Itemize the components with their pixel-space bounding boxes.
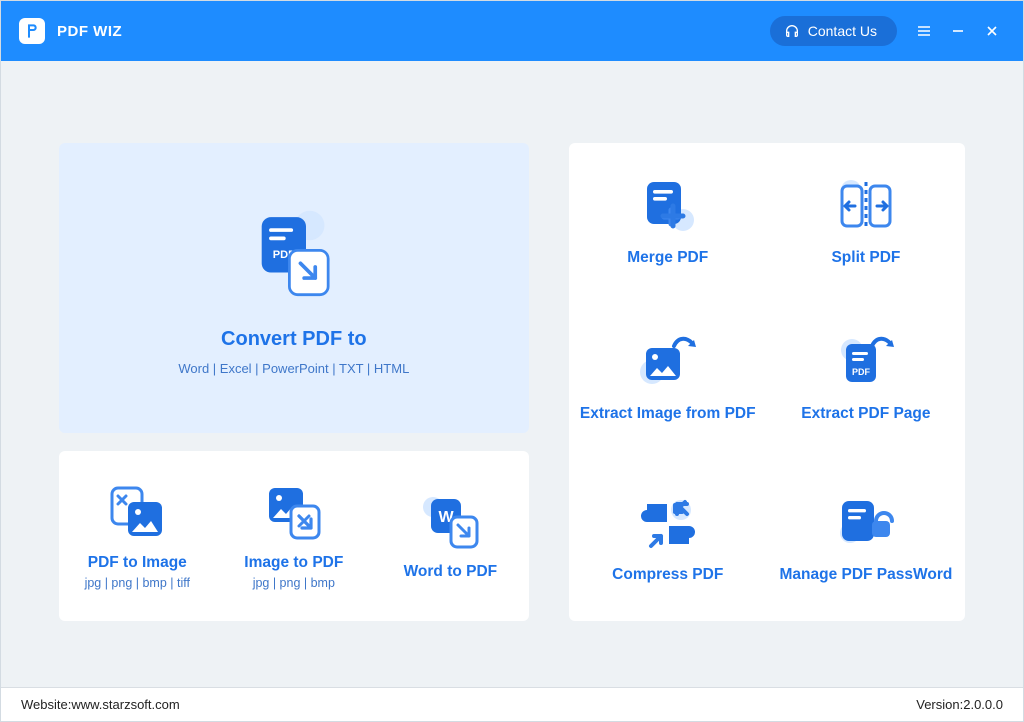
svg-text:PDF: PDF [852,367,871,377]
pdf-to-image-tile[interactable]: PDF to Image jpg | png | bmp | tiff [59,451,216,621]
app-window: PDF WIZ Contact Us [0,0,1024,722]
app-logo-icon [19,18,45,44]
image-to-pdf-sub: jpg | png | bmp [253,576,335,590]
bottom-row: PDF to Image jpg | png | bmp | tiff [59,451,529,621]
contact-us-button[interactable]: Contact Us [770,16,897,46]
merge-pdf-icon [633,174,703,240]
image-to-pdf-icon [261,482,327,546]
headphones-icon [784,23,800,39]
word-to-pdf-tile[interactable]: W Word to PDF [372,451,529,621]
close-button[interactable] [975,14,1009,48]
word-to-pdf-icon: W [417,491,483,555]
menu-button[interactable] [907,14,941,48]
extract-image-icon [630,330,706,396]
pdf-to-image-title: PDF to Image [88,554,187,572]
tools-grid: Merge PDF [569,143,965,621]
compress-pdf-title: Compress PDF [612,565,723,586]
pdf-to-image-icon [104,482,170,546]
extract-page-title: Extract PDF Page [801,404,930,425]
word-to-pdf-title: Word to PDF [404,563,498,581]
extract-image-title: Extract Image from PDF [580,404,756,425]
content-area: PDF Convert PDF to Word | Excel | PowerP… [1,61,1023,687]
manage-password-icon [830,491,902,557]
merge-pdf-title: Merge PDF [627,248,708,269]
website-label: Website: [21,697,71,712]
statusbar: Website: www.starzsoft.com Version: 2.0.… [1,687,1023,721]
compress-pdf-tile[interactable]: Compress PDF [569,455,767,621]
version-label: Version: [916,697,963,712]
split-pdf-title: Split PDF [831,248,900,269]
minimize-button[interactable] [941,14,975,48]
contact-us-label: Contact Us [808,23,877,39]
window-controls [907,14,1009,48]
convert-pdf-tile[interactable]: PDF Convert PDF to Word | Excel | PowerP… [59,143,529,433]
app-title: PDF WIZ [57,23,122,40]
convert-pdf-title: Convert PDF to [221,328,367,351]
extract-page-icon: PDF [828,330,904,396]
titlebar: PDF WIZ Contact Us [1,1,1023,61]
manage-password-tile[interactable]: Manage PDF PassWord [767,455,965,621]
manage-password-title: Manage PDF PassWord [779,565,952,586]
compress-pdf-icon [635,491,701,557]
image-to-pdf-tile[interactable]: Image to PDF jpg | png | bmp [216,451,373,621]
merge-pdf-tile[interactable]: Merge PDF [569,143,767,299]
extract-image-tile[interactable]: Extract Image from PDF [569,299,767,455]
split-pdf-icon [829,174,903,240]
version-value: 2.0.0.0 [963,697,1003,712]
pdf-to-image-sub: jpg | png | bmp | tiff [85,576,190,590]
extract-page-tile[interactable]: PDF Extract PDF Page [767,299,965,455]
split-pdf-tile[interactable]: Split PDF [767,143,965,299]
website-value[interactable]: www.starzsoft.com [71,697,179,712]
convert-pdf-subtitle: Word | Excel | PowerPoint | TXT | HTML [178,361,409,376]
image-to-pdf-title: Image to PDF [244,554,343,572]
convert-pdf-icon: PDF [234,200,354,310]
